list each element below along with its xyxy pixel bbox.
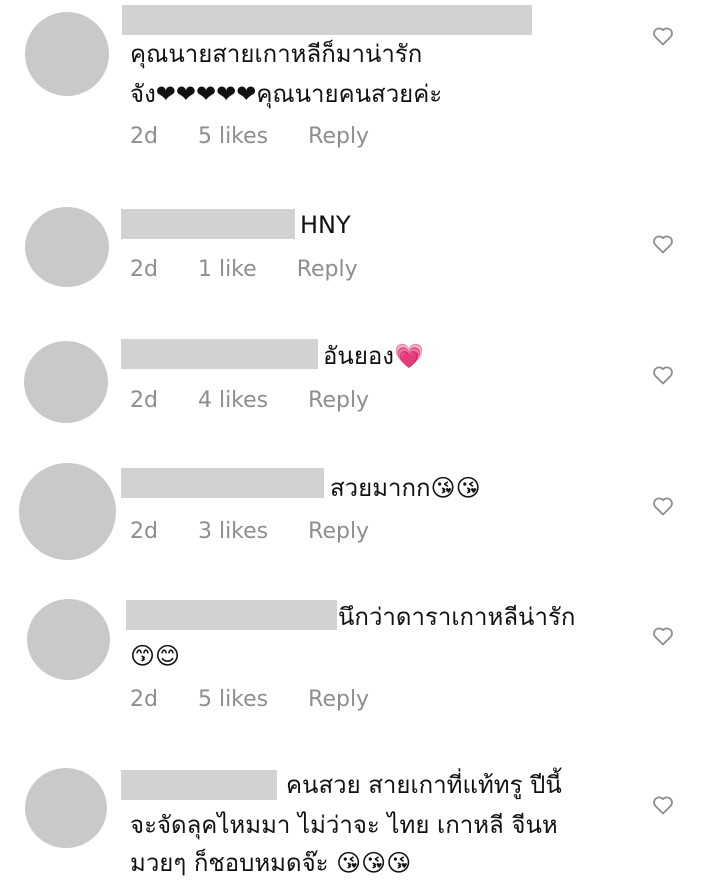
reply-button[interactable]: Reply [308,519,369,544]
comment-likes[interactable]: 1 like [198,257,257,282]
redacted-username[interactable] [121,209,295,239]
comment-age: 2d [130,687,158,712]
comment-text-line: จัง❤❤❤❤❤คุณนายคนสวยค่ะ [130,80,443,108]
avatar[interactable] [24,341,108,423]
avatar[interactable] [19,463,116,560]
comment-age: 2d [130,257,158,282]
avatar[interactable] [25,768,107,848]
redacted-username[interactable] [121,339,318,369]
comment-text-line: จะจัดลุคไหมมา ไม่ว่าจะ ไทย เกาหลี จีนห [130,811,558,839]
avatar[interactable] [25,207,109,287]
heart-outline-icon[interactable] [651,363,675,387]
comment-text-line: คนสวย สายเกาที่แท้ทรู ปีนี้ [286,771,562,799]
comment-meta: 2d 1 like Reply [130,257,358,282]
comment-meta: 2d 3 likes Reply [130,519,369,544]
avatar[interactable] [27,599,110,680]
redacted-username[interactable] [122,5,532,35]
comment-likes[interactable]: 5 likes [198,124,268,149]
heart-outline-icon[interactable] [651,793,675,817]
comment-text-line: มวยๆ ก็ชอบหมดจ๊ะ 😘😘😘 [130,849,412,877]
heart-outline-icon[interactable] [651,232,675,256]
heart-outline-icon[interactable] [651,24,675,48]
heart-outline-icon[interactable] [651,494,675,518]
reply-button[interactable]: Reply [308,124,369,149]
comment-likes[interactable]: 4 likes [198,388,268,413]
comment-meta: 2d 4 likes Reply [130,388,369,413]
comment-text-line: นึกว่าดาราเกาหลีน่ารัก [338,603,576,631]
comment-age: 2d [130,519,158,544]
comment-text-line: 😙😊 [130,642,181,670]
avatar[interactable] [25,12,109,96]
comment-age: 2d [130,124,158,149]
comment-age: 2d [130,388,158,413]
redacted-username[interactable] [126,600,337,630]
heart-outline-icon[interactable] [651,624,675,648]
reply-button[interactable]: Reply [308,687,369,712]
comment-text-line: คุณนายสายเกาหลีก็มาน่ารัก [130,40,423,68]
comment-likes[interactable]: 5 likes [198,687,268,712]
comment-likes[interactable]: 3 likes [198,519,268,544]
redacted-username[interactable] [121,770,277,800]
comment-text-line: อันยอง💗 [323,342,424,370]
comment-text-line: สวยมากก😘😘 [330,474,481,502]
reply-button[interactable]: Reply [297,257,358,282]
comment-meta: 2d 5 likes Reply [130,124,369,149]
comment-meta: 2d 5 likes Reply [130,687,369,712]
redacted-username[interactable] [121,468,324,498]
comment-text-line: HNY [300,211,351,239]
reply-button[interactable]: Reply [308,388,369,413]
